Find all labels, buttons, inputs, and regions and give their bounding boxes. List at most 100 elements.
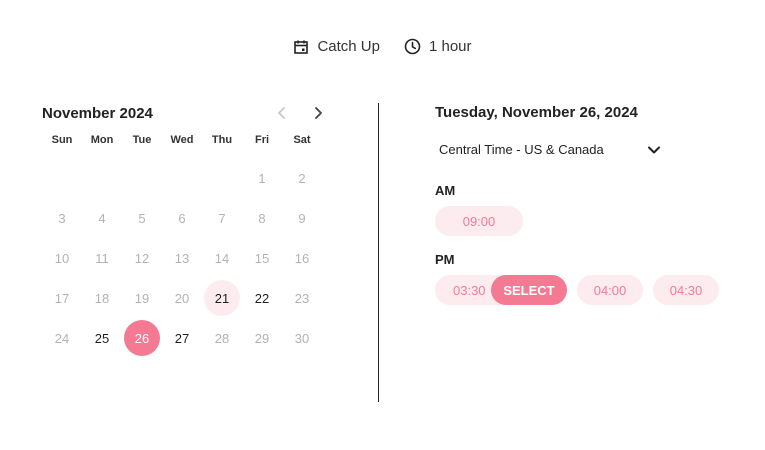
am-label: AM <box>435 183 456 198</box>
calendar-day: 28 <box>202 318 242 358</box>
scheduler: Catch Up 1 hour November 2024 Sun Mon Tu… <box>0 0 765 450</box>
calendar-day[interactable]: 22 <box>242 278 282 318</box>
weekday-label: Mon <box>90 134 114 146</box>
calendar-day: 14 <box>202 238 242 278</box>
pm-slots: 03:30 SELECT 04:00 04:30 <box>435 275 745 305</box>
day-number: 1 <box>258 170 266 186</box>
calendar-day: 15 <box>242 238 282 278</box>
calendar-day: 29 <box>242 318 282 358</box>
calendar-day[interactable]: 21 <box>202 278 242 318</box>
timezone-label: Central Time - US & Canada <box>439 142 604 157</box>
day-number: 12 <box>134 250 150 266</box>
day-number: 6 <box>178 210 186 226</box>
calendar-day: 7 <box>202 198 242 238</box>
day-number: 18 <box>94 290 110 306</box>
time-panel: Tuesday, November 26, 2024 Central Time … <box>435 100 745 305</box>
calendar-day: 12 <box>122 238 162 278</box>
event-duration-label: 1 hour <box>428 38 472 55</box>
weekday-label: Fri <box>254 134 270 146</box>
calendar-day: 8 <box>242 198 282 238</box>
day-number: 21 <box>204 280 240 316</box>
calendar-day[interactable]: 27 <box>162 318 202 358</box>
day-number: 11 <box>95 250 109 266</box>
empty-day <box>82 158 122 198</box>
time-slot[interactable]: 04:00 <box>577 275 643 305</box>
day-number: 15 <box>254 250 270 266</box>
weekday-label: Sun <box>51 134 73 146</box>
time-slot-selected: 03:30 SELECT <box>435 275 567 305</box>
calendar-day-selected[interactable]: 26 <box>122 318 162 358</box>
calendar-day: 4 <box>82 198 122 238</box>
prev-month-button[interactable] <box>272 103 292 123</box>
calendar: November 2024 Sun Mon Tue Wed Thu Fri Sa… <box>42 100 342 358</box>
day-number: 23 <box>294 290 310 306</box>
month-nav <box>272 103 328 123</box>
clock-icon <box>404 38 421 55</box>
weekday-label: Sat <box>293 134 311 146</box>
day-number: 25 <box>94 330 110 346</box>
day-number: 22 <box>254 290 270 306</box>
am-slots: 09:00 <box>435 206 745 236</box>
weekday-label: Wed <box>170 134 194 146</box>
calendar-day: 17 <box>42 278 82 318</box>
day-number: 16 <box>294 250 310 266</box>
calendar-day: 1 <box>242 158 282 198</box>
timezone-select[interactable]: Central Time - US & Canada <box>435 142 661 157</box>
day-number: 28 <box>214 330 230 346</box>
next-month-button[interactable] <box>308 103 328 123</box>
calendar-day: 16 <box>282 238 322 278</box>
calendar-day: 24 <box>42 318 82 358</box>
calendar-day: 10 <box>42 238 82 278</box>
calendar-icon <box>293 39 309 55</box>
calendar-header: November 2024 <box>42 100 342 126</box>
calendar-day: 20 <box>162 278 202 318</box>
month-title: November 2024 <box>42 104 153 122</box>
day-number: 5 <box>138 210 146 226</box>
chevron-left-icon <box>278 107 285 119</box>
calendar-day: 30 <box>282 318 322 358</box>
calendar-day: 3 <box>42 198 82 238</box>
day-number: 30 <box>294 330 310 346</box>
calendar-week: 10 11 12 13 14 15 16 <box>42 238 342 278</box>
day-number: 20 <box>174 290 190 306</box>
day-number: 24 <box>54 330 70 346</box>
calendar-week: 17 18 19 20 21 22 23 <box>42 278 342 318</box>
day-number: 2 <box>298 170 306 186</box>
calendar-day: 23 <box>282 278 322 318</box>
chevron-down-icon <box>648 146 660 153</box>
day-number: 14 <box>214 250 230 266</box>
time-slot[interactable]: 09:00 <box>435 206 523 236</box>
event-name: Catch Up <box>293 38 380 55</box>
event-duration: 1 hour <box>404 38 472 55</box>
chevron-right-icon <box>315 107 322 119</box>
pm-label: PM <box>435 252 455 267</box>
calendar-week: 3 4 5 6 7 8 9 <box>42 198 342 238</box>
event-meta: Catch Up 1 hour <box>0 38 765 55</box>
weekday-header: Sun Mon Tue Wed Thu Fri Sat <box>42 134 342 146</box>
event-name-label: Catch Up <box>317 38 380 55</box>
calendar-week: 24 25 26 27 28 29 30 <box>42 318 342 358</box>
divider <box>378 103 379 402</box>
day-number: 10 <box>54 250 70 266</box>
day-number: 7 <box>218 210 226 226</box>
day-number: 4 <box>98 210 106 226</box>
weekday-label: Tue <box>132 134 152 146</box>
empty-day <box>42 158 82 198</box>
time-slot[interactable]: 04:30 <box>653 275 719 305</box>
selected-date-title: Tuesday, November 26, 2024 <box>435 104 638 121</box>
day-number: 17 <box>54 290 70 306</box>
calendar-day: 2 <box>282 158 322 198</box>
calendar-week: 12 <box>42 158 342 198</box>
empty-day <box>162 158 202 198</box>
day-number: 9 <box>298 210 306 226</box>
calendar-day: 5 <box>122 198 162 238</box>
day-number: 26 <box>124 320 160 356</box>
empty-day <box>202 158 242 198</box>
empty-day <box>122 158 162 198</box>
calendar-day: 9 <box>282 198 322 238</box>
day-number: 3 <box>58 210 66 226</box>
day-number: 13 <box>174 250 190 266</box>
calendar-day[interactable]: 25 <box>82 318 122 358</box>
calendar-day: 11 <box>82 238 122 278</box>
select-button[interactable]: SELECT <box>491 275 567 305</box>
